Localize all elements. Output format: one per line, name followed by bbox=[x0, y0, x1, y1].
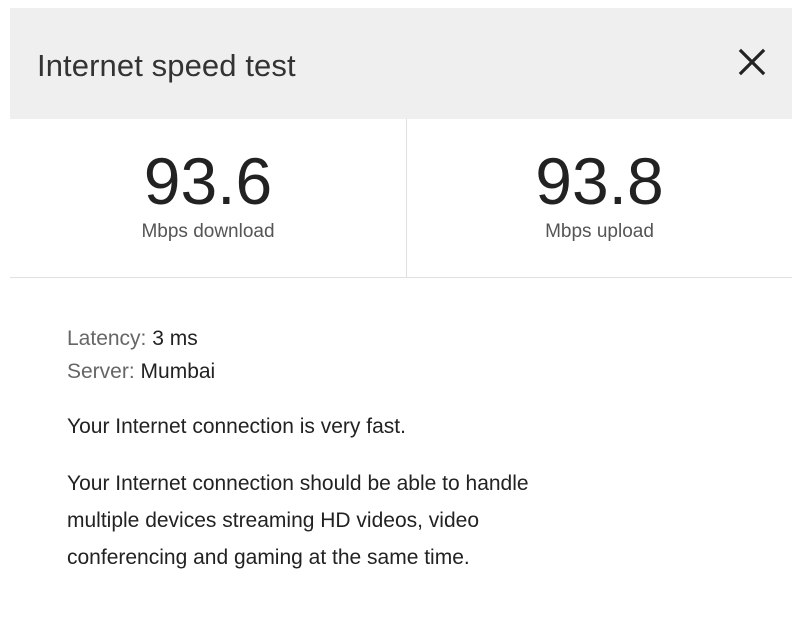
close-button[interactable] bbox=[728, 38, 776, 86]
upload-speed-value: 93.8 bbox=[535, 144, 664, 218]
speed-description: Your Internet connection should be able … bbox=[67, 465, 707, 576]
test-details: Latency: 3 ms Server: Mumbai Your Intern… bbox=[67, 322, 707, 576]
dialog-header: Internet speed test bbox=[10, 8, 792, 119]
latency-value: 3 ms bbox=[152, 327, 198, 350]
description-line: conferencing and gaming at the same time… bbox=[67, 546, 470, 569]
description-line: multiple devices streaming HD videos, vi… bbox=[67, 509, 480, 532]
download-metric: 93.6 Mbps download bbox=[10, 119, 406, 277]
upload-speed-label: Mbps upload bbox=[545, 221, 654, 242]
dialog-title: Internet speed test bbox=[37, 48, 296, 83]
server-label: Server: bbox=[67, 360, 135, 383]
latency-line: Latency: 3 ms bbox=[67, 322, 707, 355]
speed-metrics: 93.6 Mbps download 93.8 Mbps upload bbox=[10, 119, 792, 278]
upload-metric: 93.8 Mbps upload bbox=[407, 119, 792, 277]
server-value: Mumbai bbox=[140, 360, 216, 383]
download-speed-value: 93.6 bbox=[143, 144, 273, 218]
latency-label: Latency: bbox=[67, 327, 147, 350]
close-icon bbox=[738, 48, 766, 76]
speed-summary: Your Internet connection is very fast. bbox=[67, 415, 406, 438]
download-speed-label: Mbps download bbox=[141, 221, 275, 242]
speed-test-panel: Internet speed test 93.6 Mbps download 9… bbox=[0, 0, 792, 625]
description-line: Your Internet connection should be able … bbox=[67, 472, 529, 495]
server-line: Server: Mumbai bbox=[67, 355, 707, 388]
